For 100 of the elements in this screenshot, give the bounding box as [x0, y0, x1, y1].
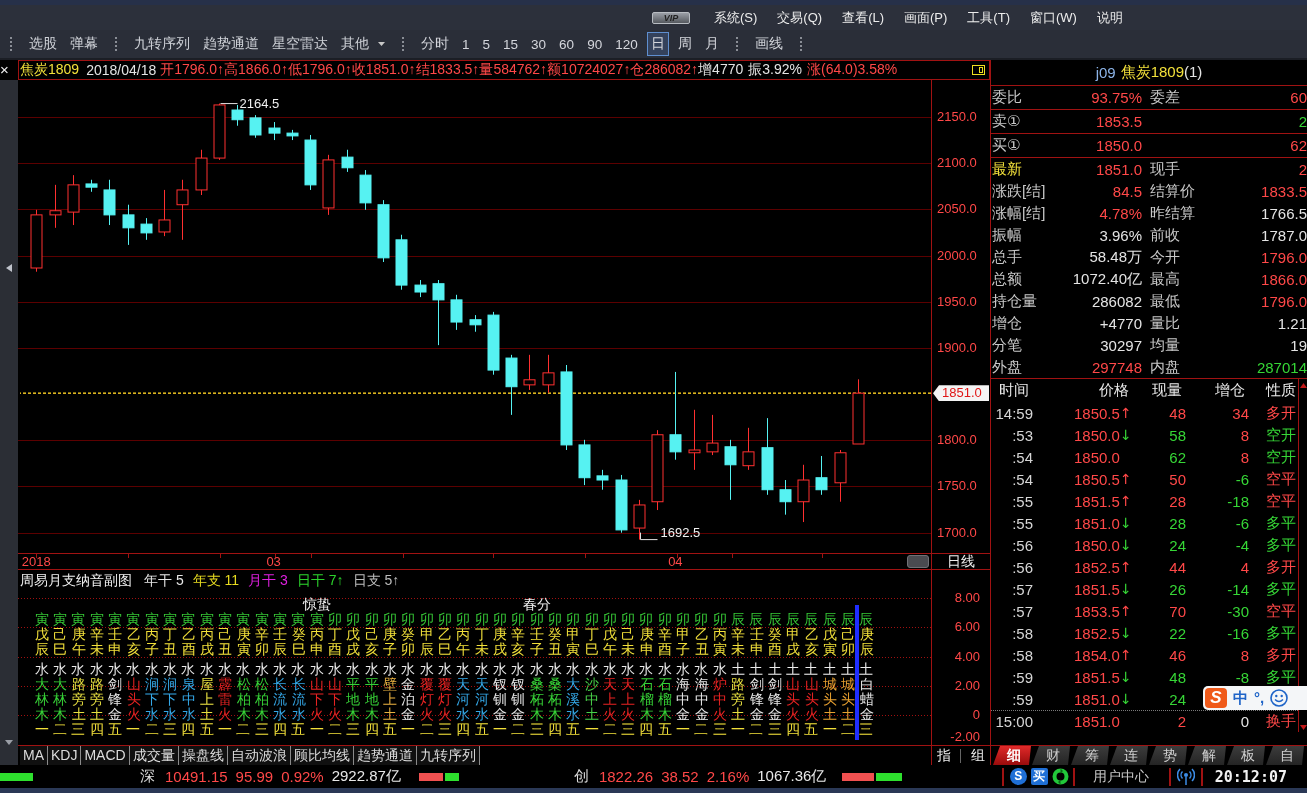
open-interest-change: -8 — [1235, 668, 1249, 686]
weekday-text: 三 — [71, 722, 86, 737]
panel-tab[interactable]: 解 — [1188, 746, 1226, 765]
scroll-button[interactable] — [907, 555, 929, 568]
day-stem-branch-text: 癸卯 — [401, 627, 415, 657]
toolbar-button[interactable]: 九转序列 — [132, 32, 192, 56]
open-interest-change: -18 — [1227, 492, 1249, 510]
dropdown-button[interactable]: 其他 — [339, 32, 387, 56]
quote-value: 58.48万 — [1089, 247, 1142, 267]
menu-item[interactable]: 工具(T) — [967, 8, 1010, 27]
leader-line — [640, 532, 658, 541]
ring-icon[interactable] — [1051, 768, 1069, 785]
scroll-down-icon[interactable] — [1299, 725, 1307, 730]
period-tab[interactable]: 60 — [555, 33, 579, 55]
quote-value: 2 — [1298, 160, 1307, 178]
side-button[interactable]: 组 — [971, 746, 986, 765]
panel-tab[interactable]: 连 — [1110, 746, 1148, 765]
indicator-tab[interactable]: KDJ — [48, 746, 82, 765]
price-axis-label: 1900.0 — [937, 339, 977, 356]
quote-label: 均量 — [1150, 335, 1180, 355]
period-tab[interactable]: 15 — [499, 33, 523, 55]
day-stem-branch-text: 戊午 — [603, 627, 617, 657]
period-tab[interactable]: 分时 — [417, 32, 453, 56]
candlestick — [414, 279, 427, 298]
index-name: 深 — [140, 767, 155, 786]
toolbar-button[interactable]: 弹幕 — [68, 32, 100, 56]
weekday-text: 五 — [107, 722, 122, 737]
month-branch-text: 寅 — [71, 612, 86, 627]
period-tab[interactable]: 1 — [458, 33, 474, 55]
indicator-tab[interactable]: 趋势通道 — [353, 746, 417, 765]
nayin-text: 涧下水 — [144, 677, 159, 722]
panel-tab[interactable]: 板 — [1227, 746, 1265, 765]
season-element-text: 水 — [657, 662, 672, 677]
quote-label: 卖① — [992, 112, 1021, 131]
menu-item[interactable]: 窗口(W) — [1029, 8, 1077, 27]
panel-tab[interactable]: 势 — [1149, 746, 1187, 765]
day-stem-branch-text: 辛酉 — [658, 627, 672, 657]
window-toggle-icon[interactable] — [972, 65, 985, 75]
candlestick — [49, 184, 62, 229]
scroll-up-icon[interactable] — [1299, 383, 1307, 388]
indicator-tab[interactable]: 顾比均线 — [290, 746, 354, 765]
period-tab[interactable]: 日 — [646, 32, 669, 56]
buy-button[interactable]: 买 — [1030, 768, 1048, 785]
menu-item[interactable]: 画面(P) — [904, 8, 948, 27]
panel-tab[interactable]: 细 — [993, 746, 1031, 765]
weekday-text: 一 — [676, 722, 691, 737]
quote-label: 最低 — [1150, 291, 1180, 311]
toolbar-button[interactable]: 星空雷达 — [270, 32, 330, 56]
menu-item[interactable]: 系统(S) — [714, 8, 758, 27]
period-tab[interactable]: 周 — [673, 32, 696, 56]
s-logo-button[interactable]: S — [1009, 768, 1027, 785]
season-element-text: 水 — [401, 662, 416, 677]
trade-time: 14:59 — [995, 404, 1033, 422]
trade-volume: 28 — [1169, 492, 1186, 510]
smiley-icon[interactable] — [1270, 689, 1289, 707]
quote-field: 增4770 — [698, 61, 744, 79]
close-button[interactable]: × — [0, 60, 12, 80]
trade-time: :56 — [1012, 558, 1033, 576]
season-element-text: 水 — [236, 662, 251, 677]
indicator-tab[interactable]: MA — [20, 746, 48, 765]
nayin-text: 天上火 — [621, 677, 635, 722]
indicator-tab[interactable]: 操盘线 — [178, 746, 228, 765]
weekday-text: 二 — [419, 722, 434, 737]
vip-badge[interactable]: VIP — [652, 11, 690, 24]
day-stem-branch-text: 丙午 — [456, 627, 470, 657]
period-tab[interactable]: 5 — [478, 33, 495, 55]
period-tab[interactable]: 月 — [700, 32, 723, 56]
indicator-tab[interactable]: 自动波浪 — [227, 746, 291, 765]
indicator-tab[interactable]: 成交量 — [129, 746, 179, 765]
toolbar-button[interactable]: 选股 — [27, 32, 59, 56]
day-stem-branch-text: 辛卯 — [254, 627, 269, 657]
panel-tab[interactable]: 自 — [1266, 746, 1304, 765]
price-axis-label: 1800.0 — [937, 432, 977, 449]
weekday-text: 五 — [382, 722, 397, 737]
weekday-text: 三 — [712, 722, 727, 737]
indicator-parameter: 月干 3 — [248, 572, 288, 590]
menu-item[interactable]: 交易(Q) — [777, 8, 823, 27]
toolbar-button[interactable]: 画线 — [752, 32, 785, 56]
month-branch-text: 卯 — [584, 612, 599, 627]
nayin-text: 路旁土 — [89, 677, 104, 722]
period-tab[interactable]: 30 — [527, 33, 551, 55]
trade-volume: 24 — [1169, 690, 1186, 708]
season-element-text: 水 — [566, 662, 581, 677]
tick-arrow: ↑ — [1119, 471, 1132, 487]
user-center-link[interactable]: 用户中心 — [1092, 767, 1149, 786]
punctuation-button[interactable]: °, — [1254, 689, 1265, 707]
quote-field: 开1796.0↑ — [160, 61, 225, 79]
input-mode-button[interactable]: 中 — [1233, 689, 1248, 707]
toolbar-button[interactable]: 趋势通道 — [201, 32, 261, 56]
menu-item[interactable]: 说明 — [1096, 8, 1123, 27]
price-axis-label: 1700.0 — [937, 524, 977, 541]
indicator-tab[interactable]: MACD — [81, 746, 130, 765]
period-tab[interactable]: 120 — [611, 33, 642, 55]
period-tab[interactable]: 90 — [583, 33, 607, 55]
indicator-tab[interactable]: 九转序列 — [416, 746, 480, 765]
trade-price: 1853.5 — [1074, 602, 1120, 620]
menu-item[interactable]: 查看(L) — [842, 8, 884, 27]
side-button[interactable]: 指 — [936, 746, 951, 765]
panel-tab[interactable]: 筹 — [1071, 746, 1109, 765]
panel-tab[interactable]: 财 — [1032, 746, 1070, 765]
